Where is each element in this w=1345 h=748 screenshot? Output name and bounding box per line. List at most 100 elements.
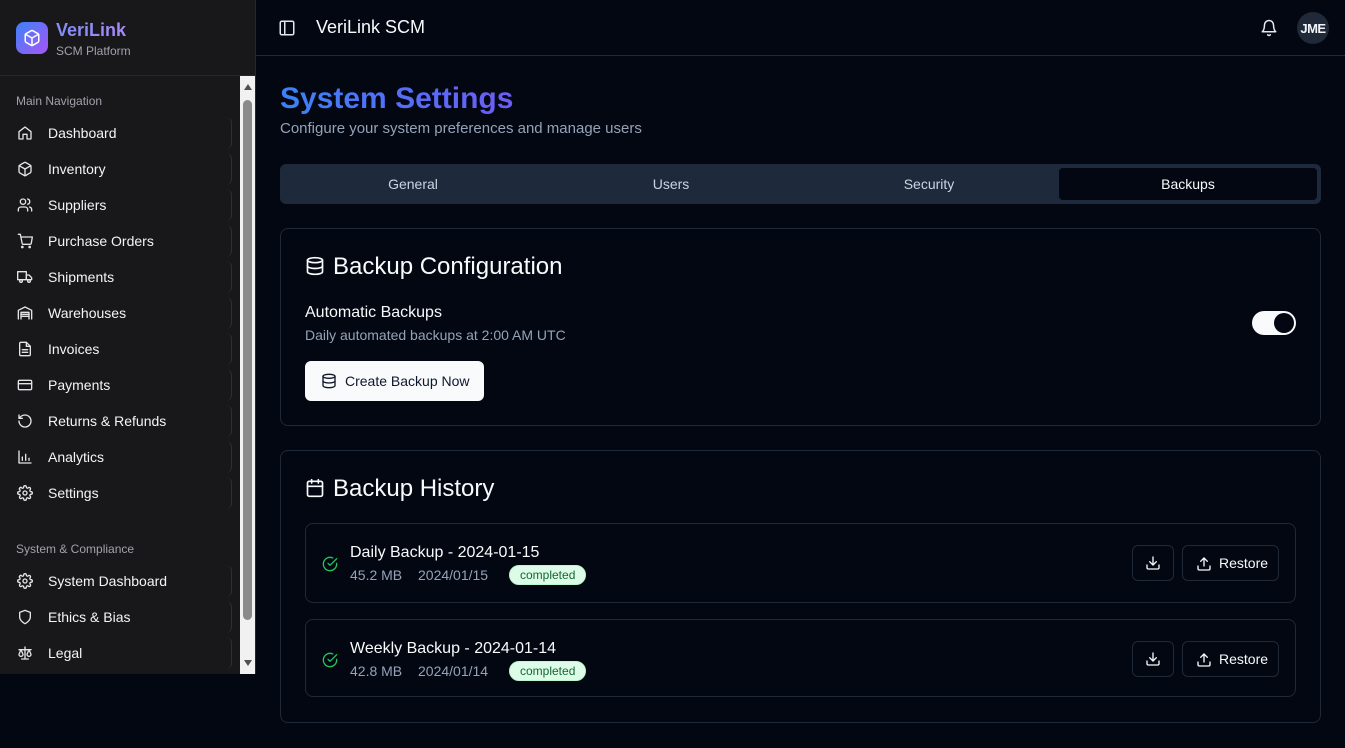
backup-item: Weekly Backup - 2024-01-14 42.8 MB 2024/… [305, 619, 1296, 697]
sidebar-item-label: Shipments [48, 269, 115, 285]
sidebar-item-inventory[interactable]: Inventory [8, 153, 232, 185]
sidebar-item-label: System Dashboard [48, 573, 168, 589]
sidebar-item-label: Legal [48, 645, 83, 661]
download-icon [1145, 555, 1161, 571]
sidebar-item-returns-refunds[interactable]: Returns & Refunds [8, 405, 232, 437]
home-icon [17, 125, 33, 141]
file-text-icon [17, 341, 33, 357]
backup-name: Weekly Backup - 2024-01-14 [350, 640, 557, 657]
create-backup-label: Create Backup Now [345, 373, 470, 389]
upload-icon [1196, 556, 1212, 572]
sidebar-item-analytics[interactable]: Analytics [8, 441, 232, 473]
sidebar-item-label: Settings [48, 485, 99, 501]
sidebar-item-ethics-bias[interactable]: Ethics & Bias [8, 601, 232, 633]
backup-configuration-card: Backup Configuration Automatic Backups D… [280, 228, 1321, 426]
package-icon [17, 161, 33, 177]
backup-date: 2024/01/14 [418, 663, 489, 679]
sidebar-item-label: Suppliers [48, 197, 107, 213]
sidebar-item-shipments[interactable]: Shipments [8, 261, 232, 293]
rotate-ccw-icon [17, 413, 33, 429]
tab-users[interactable]: Users [542, 168, 800, 200]
create-backup-button[interactable]: Create Backup Now [305, 361, 484, 401]
backup-size: 42.8 MB [350, 663, 403, 679]
restore-button[interactable]: Restore [1182, 545, 1279, 581]
tab-backups[interactable]: Backups [1059, 168, 1317, 200]
scale-icon [17, 645, 33, 661]
sidebar-scrollbar[interactable] [240, 76, 255, 674]
automatic-backups-description: Daily automated backups at 2:00 AM UTC [305, 327, 566, 343]
nav-group-label-main: Main Navigation [16, 94, 103, 108]
sidebar-item-purchase-orders[interactable]: Purchase Orders [8, 225, 232, 257]
cart-icon [17, 233, 33, 249]
sidebar-item-suppliers[interactable]: Suppliers [8, 189, 232, 221]
settings-tabs: General Users Security Backups [280, 164, 1321, 204]
brand-subtitle: SCM Platform [56, 44, 131, 58]
sidebar-item-label: Purchase Orders [48, 233, 154, 249]
download-button[interactable] [1132, 545, 1174, 581]
sidebar-item-label: Dashboard [48, 125, 117, 141]
scroll-up-arrow-icon[interactable] [240, 80, 255, 94]
users-icon [17, 197, 33, 213]
sidebar-item-label: Invoices [48, 341, 100, 357]
header-title: VeriLink SCM [316, 17, 426, 37]
bar-chart-icon [17, 449, 33, 465]
sidebar-item-payments[interactable]: Payments [8, 369, 232, 401]
sidebar-item-label: Analytics [48, 449, 105, 465]
status-badge: completed [509, 661, 587, 681]
download-button[interactable] [1132, 641, 1174, 677]
restore-button[interactable]: Restore [1182, 641, 1279, 677]
sidebar-item-legal[interactable]: Legal [8, 637, 232, 669]
sidebar-item-settings[interactable]: Settings [8, 477, 232, 509]
sidebar-item-label: Payments [48, 377, 111, 393]
avatar[interactable]: JME [1297, 12, 1329, 44]
backup-item: Daily Backup - 2024-01-15 45.2 MB 2024/0… [305, 523, 1296, 603]
sidebar-item-label: Warehouses [48, 305, 127, 321]
tab-general[interactable]: General [284, 168, 542, 200]
sidebar-item-label: Ethics & Bias [48, 609, 131, 625]
brand: VeriLink SCM Platform [0, 0, 255, 76]
gear-icon [17, 573, 33, 589]
scroll-down-arrow-icon[interactable] [240, 656, 255, 670]
toggle-knob [1274, 313, 1294, 333]
backup-size: 45.2 MB [350, 567, 403, 583]
bell-icon[interactable] [1260, 19, 1278, 37]
page-subtitle: Configure your system preferences and ma… [280, 120, 642, 137]
truck-icon [17, 269, 33, 285]
sidebar-item-label: Inventory [48, 161, 106, 177]
restore-label: Restore [1219, 651, 1269, 667]
warehouse-icon [17, 305, 33, 321]
sidebar-item-warehouses[interactable]: Warehouses [8, 297, 232, 329]
backup-name: Daily Backup - 2024-01-15 [350, 544, 540, 561]
status-badge: completed [509, 565, 587, 585]
automatic-backups-label: Automatic Backups [305, 304, 442, 321]
page-title: System Settings [280, 82, 514, 115]
database-icon [321, 373, 337, 389]
sidebar-toggle-icon[interactable] [278, 19, 296, 37]
tab-security[interactable]: Security [800, 168, 1058, 200]
cube-logo-icon [16, 22, 48, 54]
gear-icon [17, 485, 33, 501]
nav-scroll-area: Main Navigation Dashboard Inventory Supp… [0, 77, 240, 674]
check-circle-icon [322, 652, 338, 668]
card-title: Backup History [333, 475, 495, 502]
shield-icon [17, 609, 33, 625]
scrollbar-thumb[interactable] [243, 100, 252, 620]
automatic-backups-toggle[interactable] [1252, 311, 1296, 335]
nav-group-label-system: System & Compliance [16, 542, 135, 556]
restore-label: Restore [1219, 555, 1269, 571]
sidebar-item-system-dashboard[interactable]: System Dashboard [8, 565, 232, 597]
backup-date: 2024/01/15 [418, 567, 489, 583]
card-title: Backup Configuration [333, 253, 563, 280]
calendar-icon [305, 478, 325, 498]
backup-history-card: Backup History Daily Backup - 2024-01-15… [280, 450, 1321, 723]
sidebar-item-invoices[interactable]: Invoices [8, 333, 232, 365]
sidebar-item-label: Returns & Refunds [48, 413, 167, 429]
upload-icon [1196, 652, 1212, 668]
top-header: VeriLink SCM JME [256, 0, 1345, 56]
brand-name: VeriLink [56, 20, 127, 40]
credit-card-icon [17, 377, 33, 393]
sidebar: VeriLink SCM Platform Main Navigation Da… [0, 0, 256, 674]
database-icon [305, 256, 325, 276]
download-icon [1145, 651, 1161, 667]
sidebar-item-dashboard[interactable]: Dashboard [8, 117, 232, 149]
